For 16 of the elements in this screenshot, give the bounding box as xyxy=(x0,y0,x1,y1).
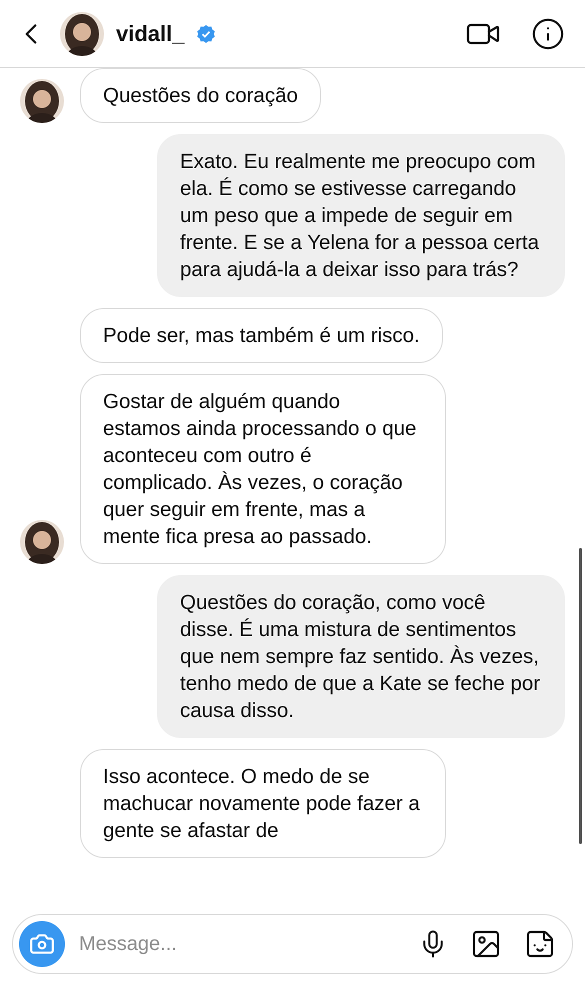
message-input[interactable]: Message... xyxy=(77,932,406,956)
info-button[interactable] xyxy=(531,16,565,50)
username[interactable]: vidall_ xyxy=(116,20,184,46)
avatar[interactable] xyxy=(20,520,64,564)
avatar[interactable] xyxy=(60,12,104,56)
sticker-button[interactable] xyxy=(524,928,556,960)
camera-button[interactable] xyxy=(19,921,65,967)
avatar[interactable] xyxy=(20,79,64,123)
scrollbar[interactable] xyxy=(579,548,582,844)
message-bubble: Questões do coração, como você disse. É uma mistura de sentimentos que nem sempre faz sentido. Às vezes, tenho medo de que a Kate se feche por causa disso. xyxy=(157,575,565,738)
message-bubble: Isso acontece. O medo de se machucar novamente pode fazer a gente se afastar de xyxy=(80,749,446,858)
message-bubble: Exato. Eu realmente me preocupo com ela. É como se estivesse carregando um peso que a impede de seguir em frente. E se a Yelena for a pessoa certa para ajudá-la a deixar isso para trás? xyxy=(157,134,565,297)
message-bubble: Gostar de alguém quando estamos ainda processando o que aconteceu com outro é complicado. Às vezes, o coração quer seguir em frente, mas a mente fica presa ao passado. xyxy=(80,374,446,564)
message-bubble: Pode ser, mas também é um risco. xyxy=(80,308,443,363)
message-bubble: Questões do coração xyxy=(80,68,321,123)
image-button[interactable] xyxy=(470,928,502,960)
